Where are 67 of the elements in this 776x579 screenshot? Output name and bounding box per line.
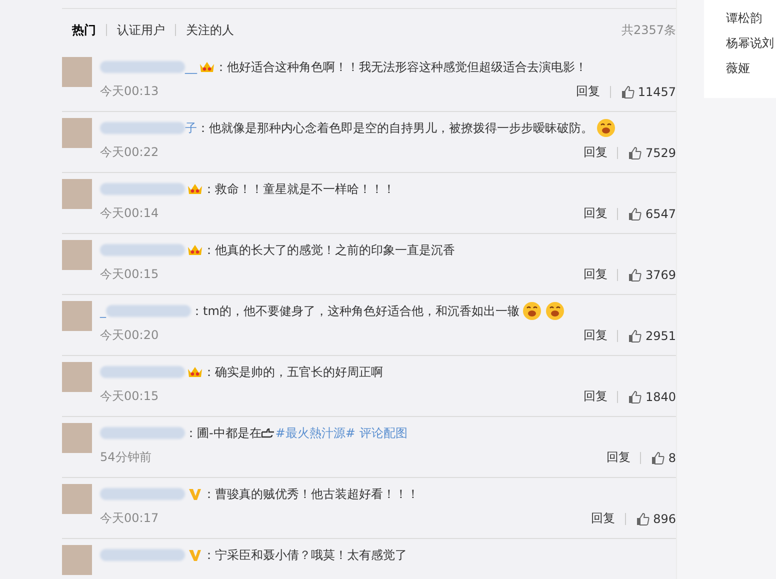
laughing-face-icon [545,301,566,321]
sidebar-item[interactable]: 谭松韵 [726,10,776,27]
comment-text: ：宁采臣和聂小倩？哦莫！太有感觉了 [203,546,407,564]
sidebar-item[interactable]: 薇娅 [726,60,776,77]
comment-time: 今天00:17 [100,510,159,527]
v-badge-icon [187,548,203,562]
crown-icon [187,182,203,196]
thumbs-up-icon[interactable] [628,206,642,220]
thumbs-up-icon[interactable] [628,328,642,342]
filter-tab[interactable]: 关注的人 [186,22,234,38]
comment-time: 54分钟前 [100,449,152,466]
like-count: 8 [668,450,676,464]
avatar-photo-placeholder [62,301,92,331]
reply-link[interactable]: 回复 [583,266,608,283]
avatar-photo-placeholder [62,545,92,575]
reply-link[interactable]: 回复 [576,83,600,100]
crown-icon [187,365,203,379]
thumbs-up-icon[interactable] [636,512,650,526]
avatar-photo-placeholder [62,362,92,392]
avatar-photo-placeholder [62,484,92,514]
laughing-face-icon [522,301,542,321]
reply-link[interactable]: 回复 [583,144,608,161]
thumbs-up-icon[interactable] [628,390,642,404]
filter-tab[interactable]: 认证用户 [117,22,165,38]
comment-time: 今天00:15 [100,388,159,405]
comment-text: ：圃-中都是在 [185,424,262,442]
avatar-photo-placeholder [62,118,92,148]
thumbs-up-icon[interactable] [620,84,635,98]
comment-time: 今天00:13 [100,83,159,100]
reply-link[interactable]: 回复 [591,510,616,527]
comment-time: 今天00:15 [100,266,159,283]
pointing-hand-icon [261,427,276,439]
comment-text: ：救命！！童星就是不一样哈！！！ [203,180,395,198]
comment-count: 共2357条 [621,22,676,38]
comment-text: ：他真的长大了的感觉！之前的印象一直是沉香 [203,242,455,258]
comment-time: 今天00:14 [100,205,159,222]
laughing-face-icon [596,118,616,138]
filter-tab[interactable]: 热门 [72,22,96,38]
thumbs-up-icon[interactable] [651,450,666,464]
comment-time: 今天00:22 [100,144,159,161]
sidebar-item[interactable]: 杨幂说刘 [726,35,776,52]
comment-time: 今天00:20 [100,327,159,344]
like-count: 7529 [645,146,676,160]
reply-link[interactable]: 回复 [606,449,630,466]
avatar-photo-placeholder [62,423,92,453]
crown-icon [199,60,215,74]
thumbs-up-icon[interactable] [628,268,642,282]
reply-link[interactable]: 回复 [583,388,608,405]
reply-link[interactable]: 回复 [583,205,608,222]
thumbs-up-icon[interactable] [628,146,642,160]
comment-text: ：确实是帅的，五官长的好周正啊 [203,364,383,380]
like-count: 1840 [645,390,676,404]
comment-text: ：他好适合这种角色啊！！我无法形容这种感觉但超级适合去演电影！ [215,58,587,76]
avatar-photo-placeholder [62,57,92,87]
comment-text: ：曹骏真的贼优秀！他古装超好看！！！ [203,486,419,502]
comment-text: ：他就像是那种内心念着色即是空的自持男儿，被撩拨得一步步暧昧破防。 [197,120,593,136]
like-count: 6547 [645,206,676,220]
avatar-photo-placeholder [62,240,92,270]
comment-text: ：tm的，他不要健身了，这种角色好适合他，和沉香如出一辙 [191,302,520,320]
avatar-photo-placeholder [62,179,92,209]
like-count: 3769 [645,268,676,282]
reply-link[interactable]: 回复 [583,327,608,344]
v-badge-icon [187,487,203,501]
like-count: 896 [653,512,676,526]
like-count: 11457 [638,84,676,98]
like-count: 2951 [645,328,676,342]
crown-icon [187,243,203,257]
